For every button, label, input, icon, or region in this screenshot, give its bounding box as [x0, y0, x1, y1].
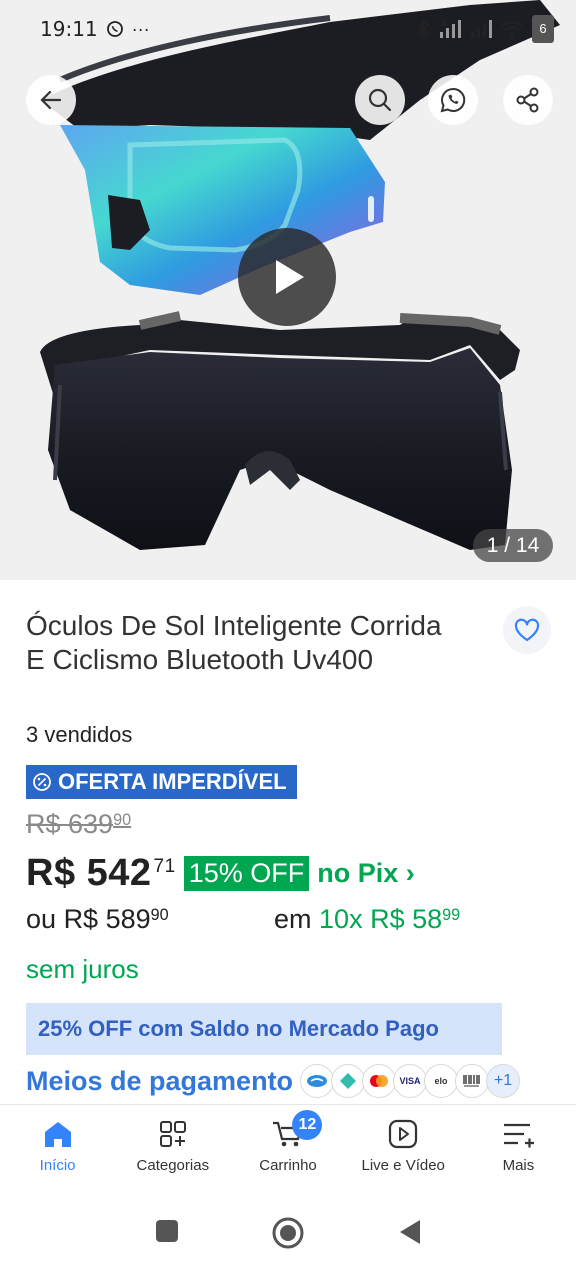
boleto-icon	[455, 1064, 490, 1098]
visa-icon: VISA	[393, 1064, 428, 1098]
product-gallery[interactable]: 1 / 14	[0, 0, 576, 580]
nav-item-inicio[interactable]: Início	[0, 1105, 115, 1196]
status-right-icons: 6	[416, 15, 554, 43]
no-interest-label: sem juros	[26, 954, 139, 984]
nav-label-mais: Mais	[502, 1157, 535, 1174]
arrow-left-icon	[40, 90, 62, 110]
play-icon	[276, 260, 304, 294]
payment-methods-row[interactable]: Meios de pagamento VISA elo +1	[26, 1064, 521, 1098]
offer-badge: OFERTA IMPERDÍVEL	[26, 765, 297, 799]
whatsapp-share-button[interactable]	[428, 75, 478, 125]
heart-icon	[514, 618, 540, 642]
favorite-button[interactable]	[503, 606, 551, 654]
installment-total: ou R$ 58990	[26, 904, 169, 935]
status-bar: 19:11 ··· 6	[0, 0, 576, 58]
pix-icon	[331, 1064, 366, 1098]
more-payment-methods[interactable]: +1	[486, 1064, 521, 1098]
recent-apps-icon[interactable]	[154, 1218, 180, 1244]
share-button[interactable]	[503, 75, 553, 125]
nav-label-live-video: Live e Vídeo	[361, 1157, 445, 1174]
product-page: 19:11 ··· 6 1 / 14 Óculos De Sol Intelig…	[0, 0, 576, 1280]
installment-total-cents: 90	[150, 906, 169, 924]
payment-icons: VISA elo +1	[300, 1064, 521, 1098]
play-square-icon	[389, 1119, 418, 1149]
status-time: 19:11	[40, 17, 98, 41]
signal-icon	[471, 20, 492, 38]
categories-icon	[159, 1121, 186, 1147]
product-title: Óculos De Sol Inteligente Corrida E Cicl…	[26, 610, 442, 675]
nav-item-mais[interactable]: Mais	[461, 1105, 576, 1196]
battery-icon: 6	[532, 15, 554, 43]
home-system-icon[interactable]	[271, 1216, 305, 1250]
bluetooth-icon	[417, 19, 430, 39]
installment-value-cents: 99	[442, 906, 461, 924]
whatsapp-icon	[440, 87, 466, 113]
nav-item-categorias[interactable]: Categorias	[115, 1105, 230, 1196]
home-icon	[44, 1122, 71, 1147]
more-notifications-icon: ···	[131, 18, 150, 39]
old-price-cents: 90	[113, 811, 132, 829]
installment-total-integer: R$ 589	[63, 904, 151, 934]
sold-count: 3 vendidos	[26, 722, 133, 747]
nav-item-carrinho[interactable]: 12 Carrinho	[230, 1105, 345, 1196]
discount-badge: 15% OFF	[183, 856, 310, 891]
back-button[interactable]	[26, 75, 76, 125]
price-cents: 71	[153, 856, 176, 877]
nav-label-categorias: Categorias	[136, 1157, 210, 1174]
search-icon	[368, 88, 392, 112]
old-price: R$ 63990	[26, 809, 131, 840]
menu-plus-icon	[504, 1123, 535, 1148]
mastercard-icon	[362, 1064, 397, 1098]
signal-off-icon	[440, 19, 461, 38]
elo-icon: elo	[424, 1064, 459, 1098]
price-row: R$ 542 71 15% OFF no Pix ›	[26, 852, 415, 895]
pix-label: no Pix	[317, 858, 399, 888]
cart-count-badge: 12	[292, 1110, 323, 1140]
image-counter: 1 / 14	[473, 529, 553, 562]
chevron-right-icon: ›	[405, 858, 415, 888]
whatsapp-status-icon	[106, 21, 123, 37]
mercado-pago-icon	[300, 1064, 335, 1098]
nav-label-carrinho: Carrinho	[259, 1157, 317, 1174]
offer-badge-label: OFERTA IMPERDÍVEL	[58, 769, 287, 794]
nav-item-live-video[interactable]: Live e Vídeo	[346, 1105, 461, 1196]
nav-label-inicio: Início	[39, 1157, 76, 1174]
back-system-icon[interactable]	[397, 1218, 423, 1246]
search-button[interactable]	[355, 75, 405, 125]
installment-plan: em 10x R$ 5899	[274, 904, 460, 935]
share-icon	[516, 87, 539, 113]
bottom-navigation: Início Categorias 12 Carrinho Live e Víd…	[0, 1104, 576, 1196]
current-price: R$ 542 71	[26, 852, 176, 895]
installment-value-integer: R$ 58	[370, 904, 443, 934]
installment-in: em	[274, 904, 312, 934]
installment-value: R$ 5899	[370, 904, 460, 934]
system-navigation-bar	[0, 1196, 576, 1280]
wifi-icon	[501, 21, 523, 38]
pix-link[interactable]: no Pix ›	[317, 858, 415, 889]
discount-seal-icon	[33, 773, 51, 791]
price-integer: R$ 542	[26, 852, 152, 894]
saldo-banner[interactable]: 25% OFF com Saldo no Mercado Pago	[26, 1003, 502, 1055]
old-price-integer: R$ 639	[26, 809, 114, 839]
installment-prefix: ou	[26, 904, 57, 934]
payment-methods-link[interactable]: Meios de pagamento	[26, 1066, 293, 1097]
status-left-icons: ···	[106, 19, 150, 40]
play-video-button[interactable]	[238, 228, 336, 326]
installment-count: 10x	[319, 904, 363, 934]
